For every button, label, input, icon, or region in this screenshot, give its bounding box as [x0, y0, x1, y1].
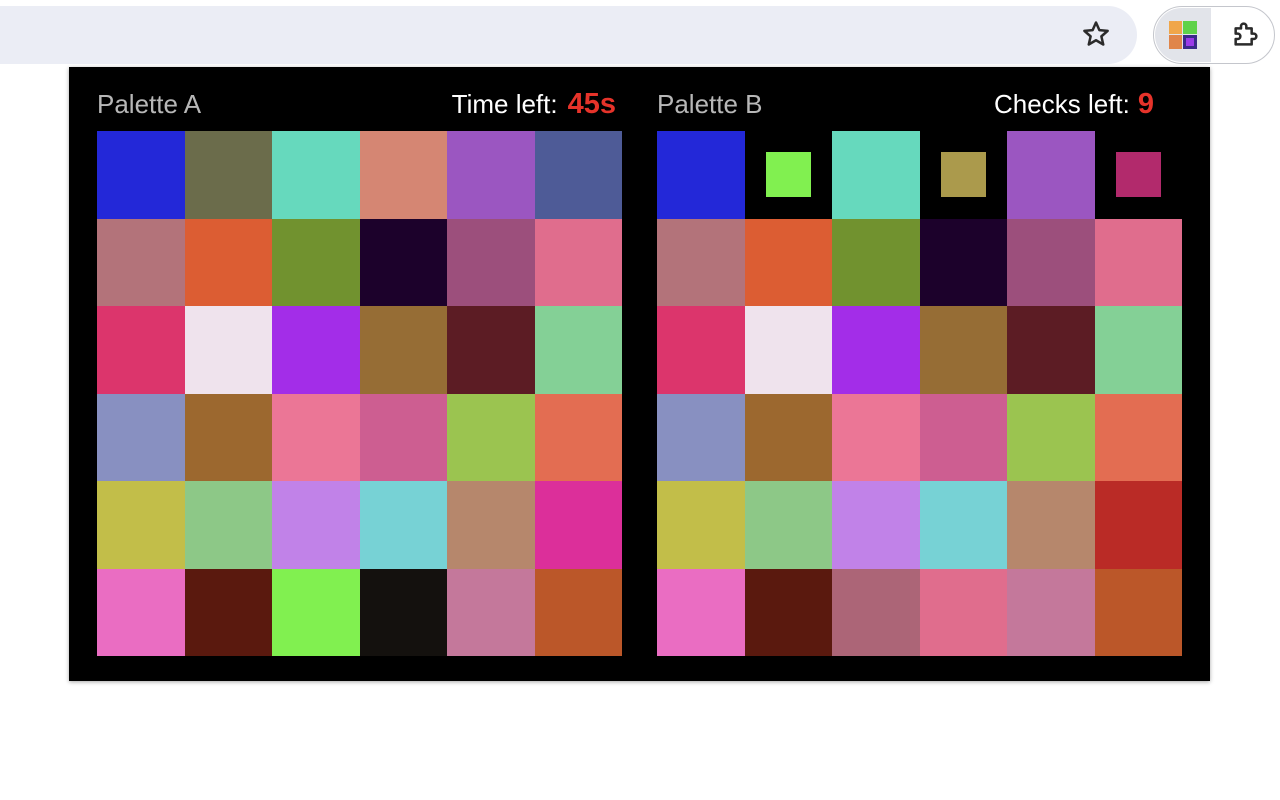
- palette-a-tile[interactable]: [359, 568, 447, 656]
- palette-a-tile[interactable]: [184, 481, 272, 569]
- palette-b-tile-swatch: [1115, 152, 1161, 197]
- timer-value: 45s: [567, 87, 616, 120]
- palette-b-tile-swatch: [765, 152, 811, 197]
- palette-a-tile[interactable]: [447, 306, 535, 394]
- palette-a-tile[interactable]: [97, 306, 185, 394]
- palette-b-tile[interactable]: [919, 131, 1007, 219]
- palette-b-tile[interactable]: [1007, 218, 1095, 306]
- palette-b-tile[interactable]: [832, 568, 920, 656]
- palette-b-header: Palette B Checks left: 9: [657, 87, 1154, 121]
- palette-b-tile[interactable]: [1094, 393, 1182, 481]
- palette-a-tile[interactable]: [534, 131, 622, 219]
- palette-a-tile[interactable]: [359, 131, 447, 219]
- palette-b-tile[interactable]: [657, 568, 745, 656]
- bookmark-star-button[interactable]: [1076, 14, 1116, 54]
- checks-counter: Checks left: 9: [994, 88, 1154, 121]
- palette-a-header: Palette A Time left: 45s: [97, 87, 616, 121]
- palette-a-grid: [97, 131, 622, 656]
- palette-a-tile[interactable]: [272, 393, 360, 481]
- palette-a-tile[interactable]: [534, 218, 622, 306]
- palette-a-tile[interactable]: [447, 481, 535, 569]
- palette-a-tile[interactable]: [184, 131, 272, 219]
- palette-b-tile[interactable]: [1094, 568, 1182, 656]
- palette-a-tile[interactable]: [534, 481, 622, 569]
- palette-a-tile[interactable]: [97, 218, 185, 306]
- palette-b-tile[interactable]: [919, 568, 1007, 656]
- palette-b-tile[interactable]: [832, 218, 920, 306]
- checks-value: 9: [1137, 87, 1154, 120]
- palette-b-tile[interactable]: [744, 481, 832, 569]
- palette-b-tile[interactable]: [832, 393, 920, 481]
- palette-a-tile[interactable]: [447, 131, 535, 219]
- color-palette-extension-icon: [1169, 21, 1197, 49]
- palette-a-tile[interactable]: [272, 131, 360, 219]
- star-outline-icon: [1083, 21, 1109, 46]
- palette-b-tile[interactable]: [744, 306, 832, 394]
- palette-a-tile[interactable]: [359, 218, 447, 306]
- checks-label: Checks left:: [994, 88, 1130, 119]
- palette-b-tile[interactable]: [1007, 568, 1095, 656]
- palette-a-tile[interactable]: [97, 568, 185, 656]
- extensions-menu-button[interactable]: [1224, 14, 1266, 56]
- palette-b-tile[interactable]: [1007, 393, 1095, 481]
- palette-b-tile[interactable]: [657, 218, 745, 306]
- palette-a-tile[interactable]: [184, 306, 272, 394]
- palette-b-tile-swatch: [940, 152, 986, 197]
- palette-b-title: Palette B: [657, 88, 763, 119]
- palette-b-tile[interactable]: [744, 568, 832, 656]
- game-popup: Palette A Time left: 45s Palette B Checks…: [69, 67, 1210, 681]
- palette-b-tile[interactable]: [744, 218, 832, 306]
- palette-a-title: Palette A: [97, 88, 202, 119]
- palette-a-tile[interactable]: [447, 568, 535, 656]
- palette-a-tile[interactable]: [447, 218, 535, 306]
- color-palette-extension-button[interactable]: [1155, 8, 1211, 62]
- palette-b-tile[interactable]: [657, 131, 745, 219]
- palette-b-tile[interactable]: [1094, 218, 1182, 306]
- palette-a-tile[interactable]: [184, 393, 272, 481]
- palette-a-tile[interactable]: [272, 568, 360, 656]
- palette-b-tile[interactable]: [1094, 131, 1182, 219]
- palette-a-tile[interactable]: [534, 306, 622, 394]
- palette-a-tile[interactable]: [272, 218, 360, 306]
- palette-b-tile[interactable]: [832, 131, 920, 219]
- palette-b-tile[interactable]: [657, 481, 745, 569]
- palette-b-tile[interactable]: [919, 306, 1007, 394]
- palette-a-tile[interactable]: [359, 306, 447, 394]
- palette-b-tile[interactable]: [1007, 131, 1095, 219]
- puzzle-piece-icon: [1234, 22, 1258, 46]
- palette-b-tile[interactable]: [919, 481, 1007, 569]
- palette-a-tile[interactable]: [97, 131, 185, 219]
- timer-label: Time left:: [451, 88, 558, 119]
- palette-b-tile[interactable]: [1007, 481, 1095, 569]
- address-bar[interactable]: [0, 6, 1137, 64]
- palette-a-tile[interactable]: [534, 393, 622, 481]
- palette-a-tile[interactable]: [97, 393, 185, 481]
- palette-b-tile[interactable]: [657, 393, 745, 481]
- palette-b-tile[interactable]: [1094, 306, 1182, 394]
- palette-a-tile[interactable]: [272, 481, 360, 569]
- palette-a-tile[interactable]: [97, 481, 185, 569]
- palette-b-tile[interactable]: [744, 131, 832, 219]
- palette-b-tile[interactable]: [744, 393, 832, 481]
- palette-b-tile[interactable]: [832, 306, 920, 394]
- palette-b-tile[interactable]: [919, 393, 1007, 481]
- palette-b-tile[interactable]: [919, 218, 1007, 306]
- palette-a-tile[interactable]: [359, 481, 447, 569]
- palette-a-tile[interactable]: [184, 568, 272, 656]
- palette-a-tile[interactable]: [184, 218, 272, 306]
- palette-a-tile[interactable]: [359, 393, 447, 481]
- palette-a-tile[interactable]: [534, 568, 622, 656]
- palette-a-tile[interactable]: [272, 306, 360, 394]
- palette-b-tile[interactable]: [657, 306, 745, 394]
- palette-a-tile[interactable]: [447, 393, 535, 481]
- palette-b-tile[interactable]: [1007, 306, 1095, 394]
- palette-b-grid: [657, 131, 1182, 656]
- palette-b-tile[interactable]: [1094, 481, 1182, 569]
- palette-b-tile[interactable]: [832, 481, 920, 569]
- browser-toolbar: [0, 0, 1280, 66]
- timer: Time left: 45s: [452, 88, 616, 121]
